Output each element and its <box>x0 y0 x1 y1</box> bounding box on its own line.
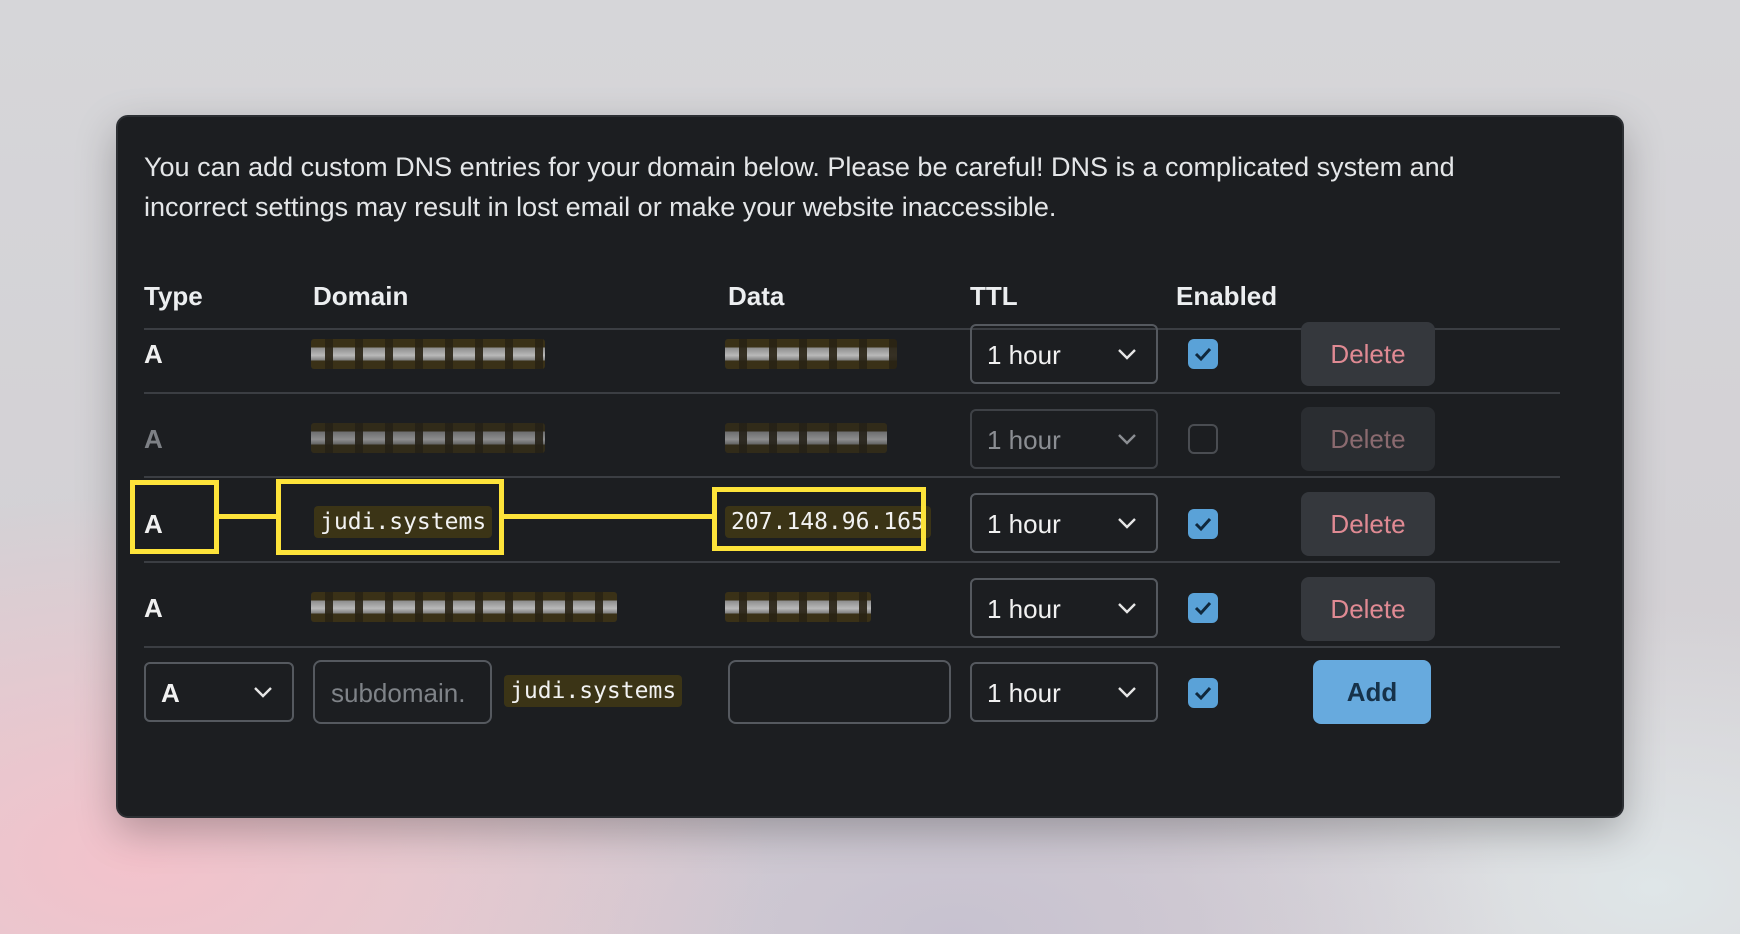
ttl-select[interactable]: 1 hour <box>970 578 1158 638</box>
delete-button[interactable]: Delete <box>1301 407 1435 471</box>
type-value: A <box>161 678 180 708</box>
dns-entries-panel: You can add custom DNS entries for your … <box>116 115 1624 818</box>
domain-redacted <box>311 592 617 622</box>
enabled-checkbox[interactable] <box>1188 678 1218 708</box>
ttl-select[interactable]: 1 hour <box>970 409 1158 469</box>
type-select[interactable]: A <box>144 662 294 722</box>
enabled-checkbox[interactable] <box>1188 339 1218 369</box>
domain-redacted <box>311 423 545 453</box>
column-header-domain: Domain <box>313 281 409 311</box>
column-header-type: Type <box>144 281 203 311</box>
row-divider <box>144 392 1560 394</box>
ttl-select[interactable]: 1 hour <box>970 324 1158 384</box>
delete-button[interactable]: Delete <box>1301 577 1435 641</box>
enabled-checkbox[interactable] <box>1188 509 1218 539</box>
enabled-checkbox[interactable] <box>1188 593 1218 623</box>
chevron-down-icon <box>1118 518 1136 529</box>
highlight-box-type <box>130 480 219 554</box>
subdomain-input[interactable]: subdomain. <box>313 660 492 724</box>
column-header-enabled: Enabled <box>1176 281 1278 311</box>
highlight-box-data <box>712 487 926 551</box>
chevron-down-icon <box>1118 349 1136 360</box>
ttl-value: 1 hour <box>987 594 1061 624</box>
column-header-ttl: TTL <box>970 281 1018 311</box>
add-button[interactable]: Add <box>1313 660 1431 724</box>
chevron-down-icon <box>254 687 272 698</box>
row-divider <box>144 561 1560 563</box>
domain-redacted <box>311 339 545 369</box>
checkmark-icon <box>1194 517 1212 532</box>
ttl-value: 1 hour <box>987 509 1061 539</box>
subdomain-placeholder: subdomain. <box>331 678 466 708</box>
delete-button[interactable]: Delete <box>1301 322 1435 386</box>
delete-button[interactable]: Delete <box>1301 492 1435 556</box>
checkmark-icon <box>1194 601 1212 616</box>
ttl-select[interactable]: 1 hour <box>970 662 1158 722</box>
chevron-down-icon <box>1118 434 1136 445</box>
highlight-connector <box>219 514 279 519</box>
record-type: A <box>144 593 163 623</box>
data-redacted <box>725 339 897 369</box>
ttl-value: 1 hour <box>987 340 1061 370</box>
highlight-box-domain <box>276 479 504 555</box>
highlight-connector <box>504 514 715 519</box>
checkmark-icon <box>1194 347 1212 362</box>
chevron-down-icon <box>1118 603 1136 614</box>
record-type: A <box>144 339 163 369</box>
ttl-value: 1 hour <box>987 425 1061 455</box>
ttl-value: 1 hour <box>987 678 1061 708</box>
checkmark-icon <box>1194 686 1212 701</box>
column-header-data: Data <box>728 281 785 311</box>
chevron-down-icon <box>1118 687 1136 698</box>
row-divider <box>144 476 1560 478</box>
domain-suffix: judi.systems <box>504 675 683 707</box>
ttl-select[interactable]: 1 hour <box>970 493 1158 553</box>
data-redacted <box>725 592 871 622</box>
row-divider <box>144 646 1560 648</box>
data-input[interactable] <box>728 660 951 724</box>
data-redacted <box>725 423 887 453</box>
record-type: A <box>144 424 163 454</box>
intro-text: You can add custom DNS entries for your … <box>144 152 1455 222</box>
enabled-checkbox[interactable] <box>1188 424 1218 454</box>
